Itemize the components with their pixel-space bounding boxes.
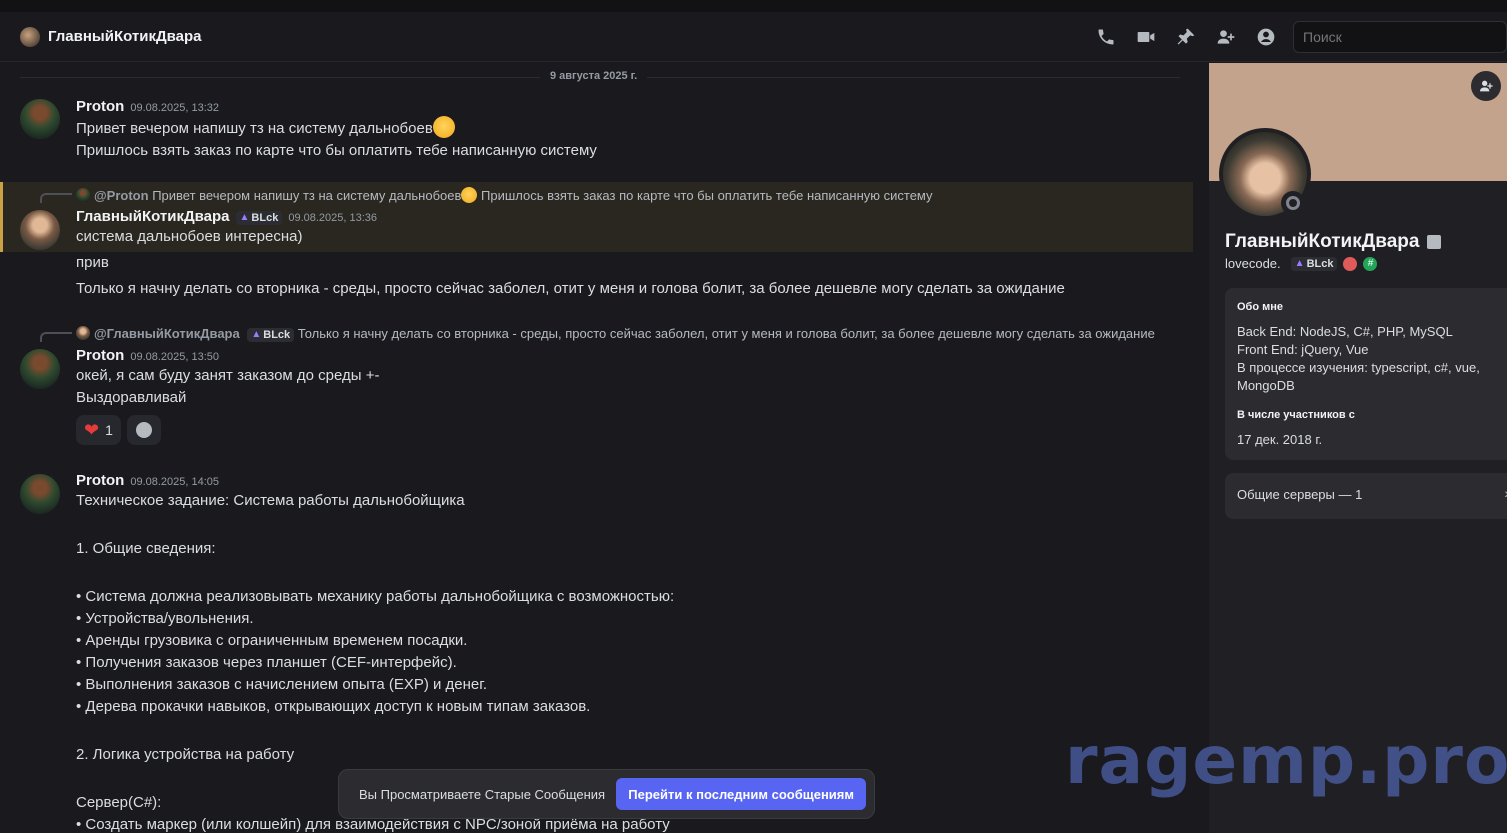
- add-friend-icon: [1480, 80, 1493, 92]
- reply-preview[interactable]: @ГлавныйКотикДвара ▲ BLck Только я начну …: [76, 326, 1155, 342]
- offline-status-icon: [1286, 196, 1300, 210]
- timestamp: 09.08.2025, 14:05: [130, 476, 220, 488]
- message-line: • Дерева прокачки навыков, открывающих д…: [76, 698, 591, 715]
- status-indicator: [1281, 191, 1305, 215]
- message-list: 9 августа 2025 г. Proton 09.08.2025, 13:3…: [0, 63, 1195, 833]
- message-line: Привет вечером напишу тз на систему даль…: [76, 116, 1175, 140]
- message-line: • Аренды грузовика с ограниченным времен…: [76, 632, 468, 649]
- message-content: ГлавныйКотикДвара ▲ BLck 09.08.2025, 13:36 …: [76, 208, 1175, 300]
- message-line: Выздоравливай: [76, 389, 187, 406]
- author-name[interactable]: ГлавныйКотикДвара: [76, 208, 230, 225]
- clan-tag[interactable]: ▲ BLck: [235, 210, 283, 225]
- member-since-title: В числе участников с: [1237, 409, 1355, 421]
- about-card: Обо мне Back End: NodeJS, C#, PHP, MySQL…: [1225, 288, 1507, 460]
- author-name[interactable]: Proton: [76, 347, 124, 364]
- channel-header: ГлавныйКотикДвара: [0, 12, 1507, 62]
- flame-icon: ▲: [239, 212, 250, 223]
- avatar[interactable]: [20, 349, 60, 389]
- author-name[interactable]: Proton: [76, 472, 124, 489]
- message-line: • Система должна реализовывать механику …: [76, 588, 675, 605]
- header-avatar[interactable]: [20, 26, 40, 47]
- message-line: Техническое задание: Система работы даль…: [76, 492, 465, 509]
- clan-tag[interactable]: ▲ BLck: [1290, 256, 1338, 271]
- about-text: Back End: NodeJS, C#, PHP, MySQL Front E…: [1237, 324, 1480, 393]
- add-member-icon[interactable]: [1215, 26, 1237, 48]
- timestamp: 09.08.2025, 13:32: [130, 102, 220, 114]
- flame-icon: ▲: [1294, 258, 1305, 269]
- message-line: 1. Общие сведения:: [76, 540, 216, 557]
- watermark: ragemp.pro: [1065, 722, 1507, 799]
- message-line: Только я начну делать со вторника - сред…: [76, 280, 1065, 297]
- message-line: окей, я сам буду занят заказом до среды …: [76, 367, 380, 384]
- clan-tag: ▲ BLck: [247, 327, 295, 342]
- wink-emoji-icon: [432, 116, 455, 138]
- date-divider: 9 августа 2025 г.: [540, 70, 648, 82]
- title-strip: [0, 0, 1507, 12]
- heart-icon: ❤: [84, 419, 100, 440]
- mutual-servers-label: Общие серверы — 1: [1237, 487, 1363, 502]
- reply-spine: [40, 332, 72, 342]
- pin-icon[interactable]: [1175, 26, 1197, 48]
- message-line: прив: [76, 254, 109, 271]
- search-input[interactable]: [1293, 21, 1507, 53]
- add-friend-button[interactable]: [1471, 71, 1501, 101]
- reply-avatar: [76, 188, 90, 202]
- message-line: • Выполнения заказов с начислением опыта…: [76, 676, 488, 693]
- timestamp: 09.08.2025, 13:36: [288, 212, 378, 224]
- reactions: ❤ 1: [76, 415, 161, 445]
- profile-icon[interactable]: [1255, 26, 1277, 48]
- badge-icon[interactable]: [1343, 256, 1358, 271]
- header-toolbar: [1095, 12, 1277, 62]
- discord-dm-window: ГлавныйКотикДвара 9 августа 2025 г.: [0, 0, 1507, 833]
- username: lovecode.: [1225, 256, 1281, 271]
- video-icon[interactable]: [1135, 26, 1157, 48]
- notice-text: Вы Просматриваете Старые Сообщения: [359, 786, 606, 802]
- avatar[interactable]: [20, 99, 60, 139]
- jump-to-present-button[interactable]: Перейти к последним сообщениям: [616, 778, 866, 810]
- smile-icon: [135, 422, 152, 438]
- add-reaction-button[interactable]: [126, 415, 161, 445]
- member-since-date: 17 дек. 2018 г.: [1237, 432, 1323, 447]
- message-line: • Получения заказов через планшет (CEF-и…: [76, 654, 457, 671]
- message-content: Proton 09.08.2025, 13:32 Привет вечером н…: [76, 98, 1175, 162]
- author-name[interactable]: Proton: [76, 98, 124, 115]
- old-messages-notice: Вы Просматриваете Старые Сообщения Перей…: [338, 769, 875, 819]
- message-line: Пришлось взять заказ по карте что бы опл…: [76, 142, 597, 159]
- heart-reaction[interactable]: ❤ 1: [76, 415, 121, 445]
- message-line: система дальнобоев интересна): [76, 228, 303, 245]
- message-content: Proton 09.08.2025, 13:50 окей, я сам буду…: [76, 347, 1175, 409]
- wink-emoji-icon: [461, 187, 478, 203]
- flame-icon: ▲: [251, 329, 262, 340]
- message-line: • Устройства/увольнения.: [76, 610, 254, 627]
- message-line: 2. Логика устройства на работу: [76, 746, 295, 763]
- user-profile-panel: ГлавныйКотикДвара lovecode. ▲ BLck # Обо …: [1209, 63, 1507, 833]
- reply-preview[interactable]: @Proton Привет вечером напишу тз на сист…: [76, 187, 933, 203]
- reply-spine: [40, 193, 72, 203]
- reply-mention: @Proton: [94, 188, 149, 203]
- reply-mention: @ГлавныйКотикДвара: [94, 326, 240, 341]
- timestamp: 09.08.2025, 13:50: [130, 351, 220, 363]
- channel-title[interactable]: ГлавныйКотикДвара: [48, 28, 202, 45]
- phone-icon[interactable]: [1095, 26, 1117, 48]
- avatar[interactable]: [20, 210, 60, 250]
- about-title: Обо мне: [1237, 301, 1284, 313]
- reply-avatar: [76, 326, 90, 340]
- profile-name: ГлавныйКотикДвара: [1225, 231, 1442, 253]
- mutual-servers-card[interactable]: Общие серверы — 1 ›: [1225, 473, 1507, 519]
- hashtag-badge-icon[interactable]: #: [1363, 256, 1378, 271]
- avatar[interactable]: [20, 474, 60, 514]
- note-icon[interactable]: [1427, 235, 1442, 249]
- profile-subline: lovecode. ▲ BLck #: [1225, 256, 1378, 271]
